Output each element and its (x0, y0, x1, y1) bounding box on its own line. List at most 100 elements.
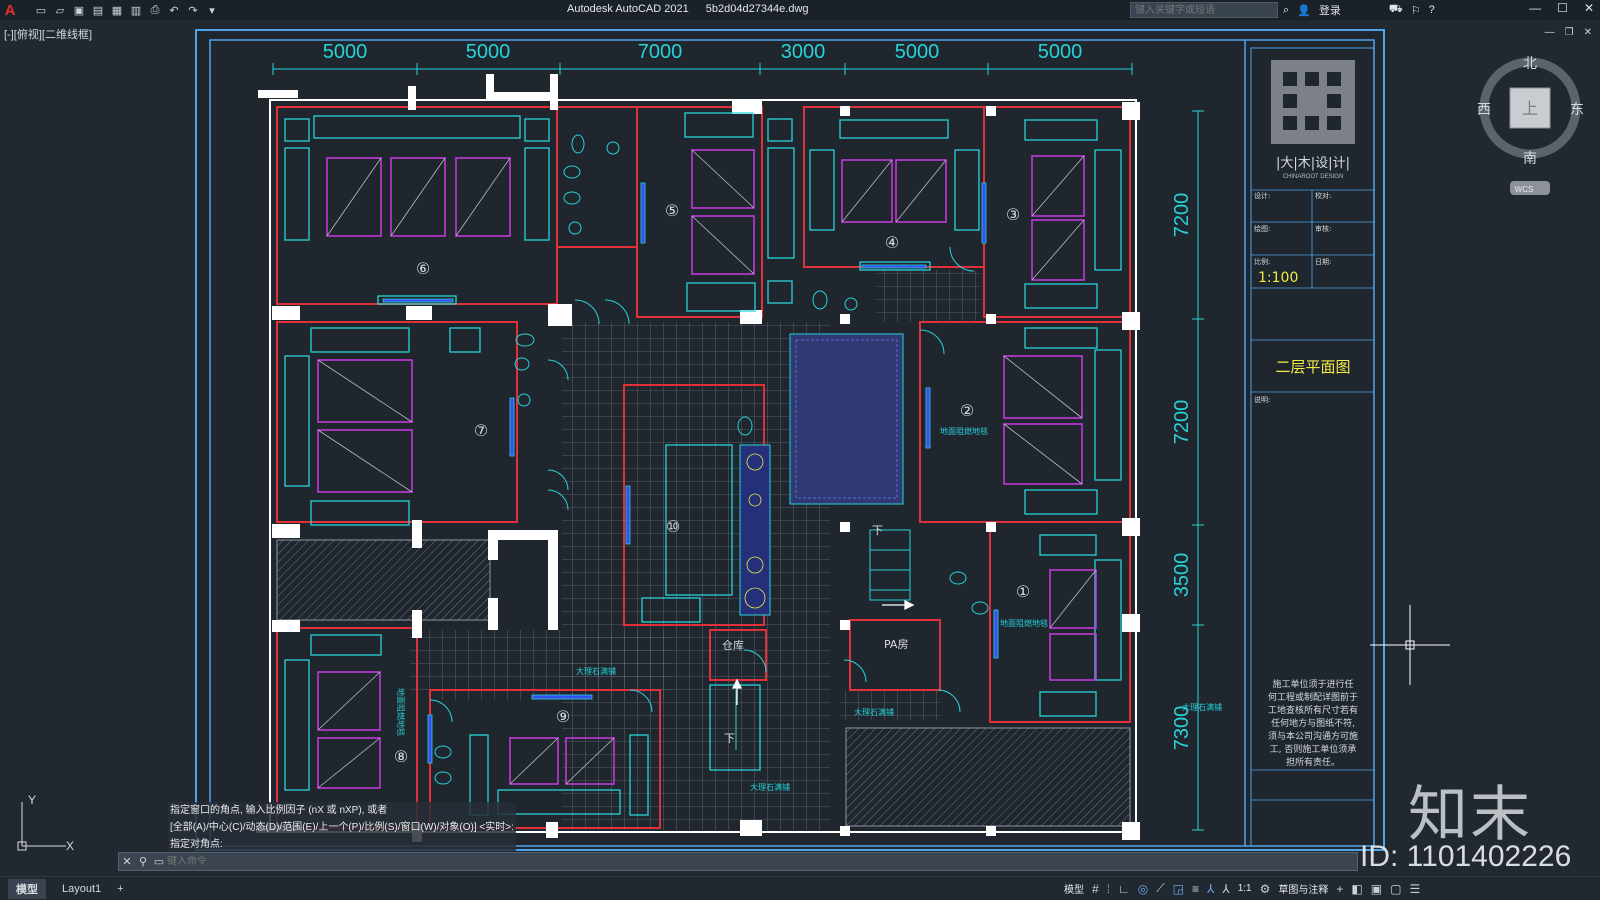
isolate-objects-icon[interactable]: ◧ (1351, 882, 1362, 896)
undo-icon[interactable]: ↶ (167, 4, 181, 17)
dim-top-6: 5000 (1038, 41, 1083, 63)
dim-right-2: 7200 (1171, 400, 1193, 445)
save-as-icon[interactable]: ▤ (91, 4, 105, 17)
dim-top-2: 5000 (466, 41, 511, 63)
stair-down-label-2: 下 (724, 732, 735, 745)
marble-label-1: 大理石满铺 (576, 666, 616, 676)
file-name: 5b2d04d27344e.dwg (705, 3, 809, 15)
minimize-icon[interactable]: — (1529, 1, 1541, 15)
print-icon[interactable]: ⎙ (148, 4, 162, 17)
room-5-number: ⑤ (665, 201, 679, 220)
command-history-line: [全部(A)/中心(C)/动态(D)/范围(E)/上一个(P)/比例(S)/窗口… (168, 819, 516, 836)
plot-icon[interactable]: ▥ (129, 4, 143, 17)
ortho-icon[interactable]: ∟ (1118, 882, 1130, 896)
search-icon[interactable]: ⌕ (1283, 4, 1289, 17)
room-3-number: ③ (1006, 205, 1020, 224)
auto-scale-icon[interactable]: ⅄ (1222, 882, 1229, 896)
command-history-line: 指定窗口的角点, 输入比例因子 (nX 或 nXP), 或者 (168, 802, 516, 819)
dim-top-4: 3000 (781, 41, 826, 63)
marble-label-4: 大理石满铺 (1182, 702, 1222, 712)
search-input[interactable] (1130, 2, 1278, 18)
command-input[interactable] (167, 856, 767, 867)
dim-top-5: 5000 (895, 41, 940, 63)
drawing-canvas[interactable]: 5000 5000 7000 3000 5000 5000 7200 7200 … (0, 20, 1600, 866)
tab-layout1[interactable]: Layout1 (54, 881, 109, 897)
title-bar: A ▭ ▱ ▣ ▤ ▦ ▥ ⎙ ↶ ↷ ▾ Autodesk AutoCAD 2… (0, 0, 1600, 20)
command-history-line: 指定对角点: (168, 836, 516, 853)
drawing-close-icon[interactable]: ✕ (1584, 27, 1592, 38)
workspace-switch[interactable]: 草图与注释 (1278, 881, 1328, 896)
publish-icon[interactable]: ▦ (110, 4, 124, 17)
viewcube[interactable]: 上 北 南 东 西 WCS (1477, 56, 1584, 195)
drawing-title: 二层平面图 (1275, 358, 1350, 376)
open-file-icon[interactable]: ▱ (53, 4, 67, 17)
tb-scale-value: 1:100 (1258, 270, 1298, 286)
close-icon[interactable]: ✕ (1584, 1, 1594, 15)
window-title: Autodesk AutoCAD 2021 5b2d04d27344e.dwg (567, 3, 823, 15)
drawing-window-controls: — ❐ ✕ (1545, 27, 1592, 38)
carpet-label-3: 地面阻燃地毯 (396, 688, 406, 736)
command-close-icon[interactable]: ✕ (119, 855, 135, 868)
grid-icon[interactable]: # (1092, 882, 1099, 896)
drawing-restore-icon[interactable]: ❐ (1565, 27, 1574, 38)
carpet-label-1: 地面阻燃地毯 (940, 426, 988, 436)
tb-note-line-5: 须与本公司沟通方可施 (1268, 730, 1358, 742)
isodraft-icon[interactable]: ⟋ (1156, 881, 1164, 896)
save-icon[interactable]: ▣ (72, 4, 86, 17)
annotation-monitor-icon[interactable]: + (1336, 882, 1343, 896)
add-layout-icon[interactable]: + (117, 883, 123, 895)
ucs-icon: Y X (17, 794, 74, 853)
login-button[interactable]: 登录 (1319, 2, 1341, 18)
tb-field-draw: 绘图: (1254, 224, 1270, 233)
autocad-logo-icon[interactable]: A (0, 0, 20, 20)
a360-icon[interactable]: ⚐ (1411, 4, 1421, 17)
command-customize-icon[interactable]: ⚲ (135, 855, 151, 868)
tb-note-line-6: 工, 否则施工单位须承 (1270, 743, 1357, 755)
viewcube-west[interactable]: 西 (1477, 102, 1491, 118)
room-1-number: ① (1016, 582, 1030, 601)
titlebar-tools: ⌕ 👤 登录 ⛟ ⚐ ? (1283, 2, 1435, 18)
ucs-x-label: X (66, 839, 74, 853)
tab-model[interactable]: 模型 (8, 878, 46, 899)
annotation-scale[interactable]: 1:1 (1238, 883, 1252, 894)
tb-note-line-4: 任何地方与图纸不符, (1271, 717, 1355, 729)
help-icon[interactable]: ? (1429, 4, 1435, 16)
tb-field-check: 校对: (1315, 191, 1331, 200)
command-history: 指定窗口的角点, 输入比例因子 (nX 或 nXP), 或者 [全部(A)/中心… (168, 802, 516, 853)
lineweight-icon[interactable]: ≡ (1192, 882, 1199, 896)
new-file-icon[interactable]: ▭ (34, 4, 48, 17)
polar-icon[interactable]: ◎ (1138, 882, 1148, 896)
wcs-label: WCS (1515, 185, 1534, 194)
maximize-icon[interactable]: ☐ (1557, 1, 1568, 15)
tb-notes-label: 说明: (1254, 395, 1270, 404)
user-icon[interactable]: 👤 (1297, 4, 1311, 17)
tb-field-design: 设计: (1254, 191, 1270, 200)
viewcube-north[interactable]: 北 (1523, 56, 1537, 72)
pa-room-label: PA房 (884, 638, 908, 651)
annotation-visibility-icon[interactable]: ⅄ (1207, 882, 1214, 896)
tb-note-line-7: 担所有责任。 (1286, 756, 1340, 768)
room-6-number: ⑥ (416, 259, 430, 278)
status-bar: 模型 Layout1 + 模型 # ⁞ ∟ ◎ ⟋ ◲ ≡ ⅄ ⅄ 1:1 ⚙ … (0, 876, 1600, 900)
status-tools: 模型 # ⁞ ∟ ◎ ⟋ ◲ ≡ ⅄ ⅄ 1:1 ⚙ 草图与注释 + ◧ ▣ ▢… (1064, 881, 1420, 896)
hardware-accel-icon[interactable]: ▣ (1371, 882, 1382, 896)
viewcube-east[interactable]: 东 (1570, 102, 1584, 118)
tb-field-review: 审核: (1315, 224, 1331, 233)
tb-field-date: 日期: (1315, 258, 1331, 266)
drawing-minimize-icon[interactable]: — (1545, 27, 1555, 38)
storage-label: 仓库 (722, 638, 744, 652)
cart-icon[interactable]: ⛟ (1389, 3, 1403, 17)
object-snap-icon[interactable]: ◲ (1173, 882, 1184, 896)
viewport-controls[interactable]: [-][俯视][二维线框] (4, 26, 92, 42)
tb-note-line-3: 工地查核所有尺寸若有 (1268, 704, 1358, 716)
customize-status-icon[interactable]: ☰ (1409, 882, 1420, 896)
model-space-button[interactable]: 模型 (1064, 881, 1084, 896)
clean-screen-icon[interactable]: ▢ (1390, 882, 1401, 896)
command-recent-icon[interactable]: ▭ (151, 855, 167, 868)
dim-top-3: 7000 (638, 41, 683, 63)
viewcube-south[interactable]: 南 (1523, 151, 1537, 167)
redo-icon[interactable]: ↷ (186, 4, 200, 17)
snap-icon[interactable]: ⁞ (1107, 882, 1110, 896)
customize-toolbar-icon[interactable]: ▾ (205, 4, 219, 17)
workspace-gear-icon[interactable]: ⚙ (1260, 882, 1271, 896)
